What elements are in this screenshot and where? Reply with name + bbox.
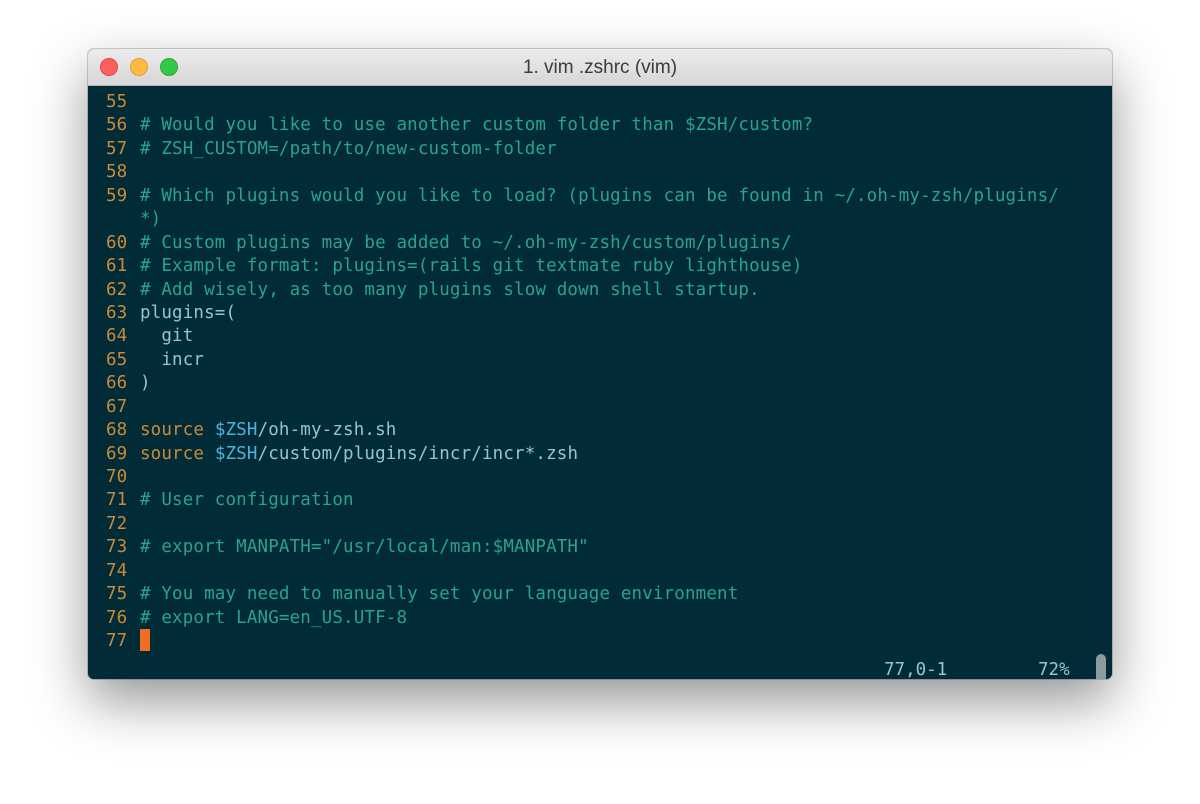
code-line[interactable]: 63 plugins=(	[106, 302, 1086, 325]
code-token: source	[140, 420, 215, 441]
code-token: # You may need to manually set your lang…	[140, 584, 739, 605]
code-line[interactable]: 58	[106, 161, 1086, 184]
line-number: 58	[106, 162, 128, 183]
code-line[interactable]: 64 git	[106, 325, 1086, 348]
code-token: /oh-my-zsh.sh	[257, 420, 397, 441]
code-line[interactable]: 77	[106, 629, 1086, 653]
code-line[interactable]: 55	[106, 91, 1086, 114]
code-token: # export LANG=en_US.UTF-8	[140, 607, 408, 628]
line-number: 59	[106, 185, 128, 206]
code-line[interactable]: 69 source $ZSH/custom/plugins/incr/incr*.…	[106, 443, 1086, 466]
code-line[interactable]: 74	[106, 560, 1086, 583]
line-number: 74	[106, 560, 128, 581]
code-token: # Custom plugins may be added to ~/.oh-m…	[140, 232, 792, 253]
code-line[interactable]: 65 incr	[106, 349, 1086, 372]
code-line[interactable]: 76 # export LANG=en_US.UTF-8	[106, 607, 1086, 630]
code-token: $ZSH	[214, 420, 258, 441]
code-line[interactable]: 72	[106, 513, 1086, 536]
code-line[interactable]: 73 # export MANPATH="/usr/local/man:$MANP…	[106, 536, 1086, 559]
line-number: 56	[106, 115, 128, 136]
line-number: 71	[106, 490, 128, 511]
code-token: $ZSH	[214, 443, 258, 464]
line-number: 77	[106, 631, 128, 652]
line-number: 66	[106, 373, 128, 394]
code-token: # Add wisely, as too many plugins slow d…	[140, 279, 760, 300]
code-line[interactable]: *)	[106, 208, 1086, 231]
line-number: 55	[106, 92, 128, 112]
line-number: 63	[106, 302, 128, 323]
line-number: 57	[106, 138, 128, 159]
code-line[interactable]: 66)	[106, 372, 1086, 395]
title-bar[interactable]: 1. vim .zshrc (vim)	[88, 49, 1112, 86]
code-line[interactable]: 62 # Add wisely, as too many plugins slow…	[106, 279, 1086, 302]
code-token: git	[140, 326, 194, 347]
code-token: # export MANPATH="/usr/local/man:$MANPAT…	[140, 537, 589, 558]
code-token: source	[140, 443, 215, 464]
code-line[interactable]: 59 # Which plugins would you like to load…	[106, 185, 1086, 208]
code-token: *)	[140, 209, 162, 230]
scrollbar-thumb[interactable]	[1096, 654, 1106, 679]
line-number: 76	[106, 607, 128, 628]
line-number: 65	[106, 349, 128, 370]
line-number: 62	[106, 279, 128, 300]
line-number: 68	[106, 420, 128, 441]
code-line[interactable]: 57 # ZSH_CUSTOM=/path/to/new-custom-folde…	[106, 138, 1086, 161]
line-number: 67	[106, 396, 128, 417]
code-line[interactable]: 67	[106, 396, 1086, 419]
editor-buffer[interactable]: 55 56 # Would you like to use another cust…	[106, 91, 1086, 654]
code-token: # Would you like to use another custom f…	[140, 115, 814, 136]
line-number: 73	[106, 537, 128, 558]
code-token: # ZSH_CUSTOM=/path/to/new-custom-folder	[140, 138, 557, 159]
code-line[interactable]: 56 # Would you like to use another custom…	[106, 114, 1086, 137]
line-number: 69	[106, 443, 128, 464]
code-token: /custom/plugins/incr/incr*.zsh	[257, 443, 579, 464]
line-number: 72	[106, 513, 128, 534]
vim-editor[interactable]: 55 56 # Would you like to use another cust…	[88, 86, 1112, 679]
code-line[interactable]: 68 source $ZSH/oh-my-zsh.sh	[106, 419, 1086, 442]
code-token: )	[140, 373, 151, 394]
window-title: 1. vim .zshrc (vim)	[522, 57, 678, 78]
code-line[interactable]: 70	[106, 466, 1086, 489]
line-number: 64	[106, 326, 128, 347]
code-token: # Example format: plugins=(rails git tex…	[140, 256, 803, 277]
code-line[interactable]: 60 # Custom plugins may be added to ~/.oh…	[106, 232, 1086, 255]
line-number: 61	[106, 256, 128, 277]
terminal-window: 1. vim .zshrc (vim) 55 56 # Would you like…	[88, 49, 1112, 679]
code-token: incr	[140, 349, 205, 370]
line-number: 75	[106, 584, 128, 605]
code-line[interactable]: 61 # Example format: plugins=(rails git t…	[106, 255, 1086, 278]
code-token: # User configuration	[140, 490, 354, 511]
code-token: # Which plugins would you like to load? …	[140, 185, 1059, 206]
cursor-position: 77,0-1	[884, 660, 948, 679]
code-line[interactable]: 71 # User configuration	[106, 489, 1086, 512]
line-number: 70	[106, 467, 128, 487]
text-cursor	[140, 629, 150, 652]
line-number: 60	[106, 232, 128, 253]
code-line[interactable]: 75 # You may need to manually set your la…	[106, 583, 1086, 606]
scroll-percent: 72%	[1038, 660, 1070, 679]
code-token: plugins=(	[140, 302, 237, 323]
